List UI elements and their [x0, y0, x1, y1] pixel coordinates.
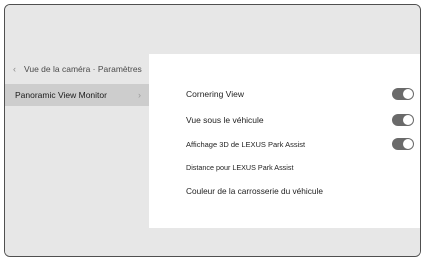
setting-row-distance-park-assist[interactable]: Distance pour LEXUS Park Assist	[186, 158, 414, 176]
setting-row-couleur-carrosserie[interactable]: Couleur de la carrosserie du véhicule	[186, 182, 414, 200]
screen-frame: ‹ Vue de la caméra · Paramètres Panorami…	[4, 4, 421, 257]
toggle-knob	[403, 139, 413, 149]
settings-panel: Cornering View Vue sous le véhicule Affi…	[149, 54, 420, 228]
bottom-bar	[5, 228, 420, 256]
chevron-right-icon: ›	[138, 90, 141, 100]
chevron-left-icon: ‹	[13, 64, 16, 74]
setting-label: Vue sous le véhicule	[186, 115, 264, 125]
sidebar-item-label: Panoramic View Monitor	[15, 90, 107, 100]
affichage-3d-toggle[interactable]	[392, 138, 414, 150]
setting-row-affichage-3d[interactable]: Affichage 3D de LEXUS Park Assist	[186, 135, 414, 153]
setting-row-vue-sous-vehicule[interactable]: Vue sous le véhicule	[186, 111, 414, 129]
setting-label: Cornering View	[186, 89, 244, 99]
toggle-knob	[403, 89, 413, 99]
top-bar	[5, 5, 420, 55]
sidebar-item-panoramic-view-monitor[interactable]: Panoramic View Monitor ›	[5, 84, 149, 106]
vue-sous-vehicule-toggle[interactable]	[392, 114, 414, 126]
toggle-knob	[403, 115, 413, 125]
back-label: Vue de la caméra · Paramètres	[24, 64, 142, 74]
setting-label: Couleur de la carrosserie du véhicule	[186, 186, 323, 196]
setting-label: Affichage 3D de LEXUS Park Assist	[186, 139, 306, 149]
setting-label: Distance pour LEXUS Park Assist	[186, 162, 294, 172]
setting-row-cornering-view[interactable]: Cornering View	[186, 85, 414, 103]
back-button[interactable]: ‹ Vue de la caméra · Paramètres	[11, 58, 151, 80]
cornering-view-toggle[interactable]	[392, 88, 414, 100]
